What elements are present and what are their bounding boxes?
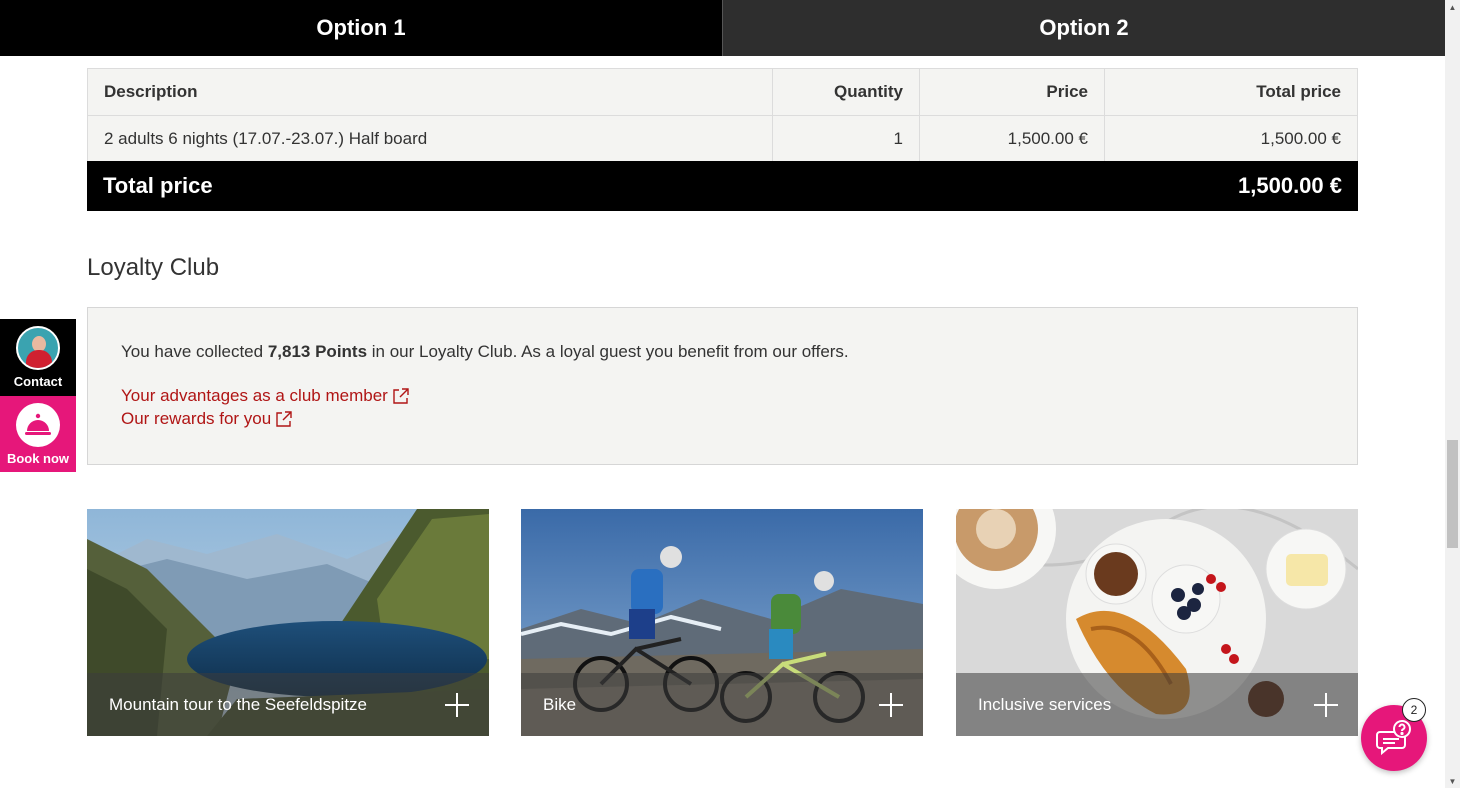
card-label: Mountain tour to the Seefeldspitze — [109, 694, 367, 714]
loyalty-club-title: Loyalty Club — [87, 254, 220, 281]
card-caption: Inclusive services — [956, 673, 1358, 736]
header-description: Description — [87, 68, 773, 116]
card-caption: Bike — [521, 673, 923, 736]
loyalty-text-before: You have collected — [121, 342, 268, 361]
club-advantages-label: Your advantages as a club member — [121, 386, 388, 405]
tab-option-1[interactable]: Option 1 — [0, 0, 722, 56]
card-label: Bike — [543, 694, 577, 714]
chat-help-icon — [1376, 720, 1411, 756]
club-advantages-link[interactable]: Your advantages as a club member — [121, 384, 410, 407]
book-now-button[interactable]: Book now — [0, 396, 76, 472]
page-scrollbar[interactable]: ▲ ▼ — [1445, 0, 1460, 788]
plus-icon[interactable] — [879, 692, 903, 717]
book-now-label: Book now — [6, 450, 70, 466]
card-caption: Mountain tour to the Seefeldspitze — [87, 673, 489, 736]
total-price-value: 1,500.00 € — [1238, 173, 1342, 198]
scroll-down-icon[interactable]: ▼ — [1445, 774, 1460, 788]
contact-button[interactable]: Contact — [0, 319, 76, 396]
rewards-link[interactable]: Our rewards for you — [121, 407, 293, 430]
scroll-up-icon[interactable]: ▲ — [1445, 0, 1460, 14]
row-description: 2 adults 6 nights (17.07.-23.07.) Half b… — [87, 115, 773, 163]
header-quantity: Quantity — [772, 68, 920, 116]
card-bike[interactable]: Bike — [521, 509, 923, 736]
contact-avatar — [16, 326, 60, 370]
plus-icon[interactable] — [1314, 692, 1338, 717]
total-price-bar: Total price 1,500.00 € — [87, 161, 1358, 211]
loyalty-points-value: 7,813 Points — [267, 342, 368, 361]
external-link-icon — [276, 410, 292, 427]
scroll-thumb[interactable] — [1447, 440, 1458, 548]
tab-option-2[interactable]: Option 2 — [722, 0, 1445, 56]
row-price: 1,500.00 € — [919, 115, 1105, 163]
table-header-row: Description Quantity Price Total price — [87, 68, 1358, 116]
row-total-price: 1,500.00 € — [1104, 115, 1358, 163]
price-table: Description Quantity Price Total price 2… — [87, 68, 1358, 163]
rewards-label: Our rewards for you — [121, 409, 272, 428]
option-tabs: Option 1 Option 2 — [0, 0, 1445, 56]
header-price: Price — [919, 68, 1105, 116]
contact-label: Contact — [13, 374, 63, 389]
table-row: 2 adults 6 nights (17.07.-23.07.) Half b… — [87, 115, 1358, 163]
loyalty-text-after: in our Loyalty Club. As a loyal guest yo… — [367, 342, 849, 361]
card-inclusive-services[interactable]: Inclusive services — [956, 509, 1358, 736]
external-link-icon — [393, 387, 409, 404]
loyalty-links: Your advantages as a club member Our rew… — [121, 384, 1324, 430]
row-quantity: 1 — [772, 115, 920, 163]
card-label: Inclusive services — [978, 694, 1112, 714]
plus-icon[interactable] — [445, 692, 469, 717]
loyalty-club-box: You have collected 7,813 Points in our L… — [87, 307, 1358, 465]
card-mountain-tour[interactable]: Mountain tour to the Seefeldspitze — [87, 509, 489, 736]
loyalty-points-text: You have collected 7,813 Points in our L… — [121, 340, 1324, 364]
service-bell-icon — [16, 402, 60, 447]
total-price-label: Total price — [103, 173, 213, 198]
chat-notification-badge: 2 — [1402, 698, 1426, 722]
header-total-price: Total price — [1104, 68, 1358, 116]
